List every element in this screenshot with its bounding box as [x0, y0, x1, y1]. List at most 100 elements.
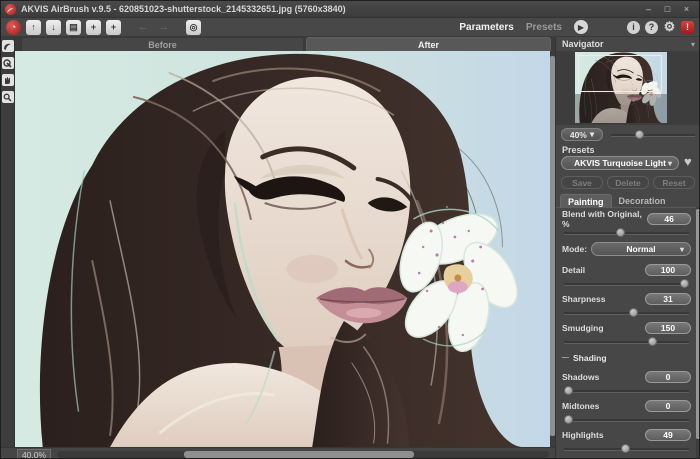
maximize-icon[interactable]: □ — [659, 3, 676, 16]
presets-label: Presets — [562, 145, 595, 155]
export-presets-icon[interactable]: + — [106, 20, 121, 35]
param-slider[interactable] — [564, 419, 689, 421]
after-image — [15, 51, 550, 447]
param-slider[interactable] — [564, 312, 689, 314]
param-slider-thumb[interactable] — [629, 308, 638, 317]
param-value[interactable]: 0 — [645, 400, 691, 412]
app-logo-icon — [5, 4, 16, 15]
chevron-down-icon: ▾ — [668, 159, 672, 168]
presets-toggle[interactable]: Presets — [526, 22, 562, 33]
param-label: Smudging — [562, 323, 604, 333]
tool-strip — [1, 37, 15, 447]
save-preset-button[interactable]: Save — [561, 176, 603, 189]
main-toolbar: ◔ ↑ ↓ ▤ + + ← → ◎ Parameters Presets ▶ i… — [1, 18, 699, 37]
chevron-down-icon: ▾ — [590, 129, 594, 140]
navigator-title: Navigator — [562, 39, 604, 49]
status-zoom-value: 40.0% — [17, 449, 51, 459]
navigator-header: Navigator ▾ — [556, 37, 700, 51]
undo-icon[interactable]: ← — [136, 20, 151, 35]
minimize-icon[interactable]: – — [640, 3, 657, 16]
param-slider[interactable] — [564, 283, 689, 285]
open-image-icon[interactable]: ↑ — [26, 20, 41, 35]
zoom-level-button[interactable]: 40% ▾ — [561, 128, 603, 141]
parameters-toggle[interactable]: Parameters — [459, 22, 513, 33]
app-window: AKVIS AirBrush v.9.5 - 620851023-shutter… — [0, 0, 700, 459]
panel-scrollbar[interactable] — [696, 207, 700, 459]
param-slider-thumb[interactable] — [648, 337, 657, 346]
navigator-menu-icon[interactable]: ▾ — [691, 40, 695, 49]
navigator-thumbnail[interactable] — [575, 52, 667, 123]
mode-dropdown[interactable]: Normal ▾ — [591, 242, 691, 256]
param-slider[interactable] — [564, 341, 689, 343]
mode-value: Normal — [626, 244, 655, 254]
window-title: AKVIS AirBrush v.9.5 - 620851023-shutter… — [21, 4, 346, 14]
status-bar: 40.0% — [1, 447, 555, 459]
param-slider[interactable] — [564, 390, 689, 392]
param-slider-thumb[interactable] — [616, 228, 625, 237]
param-value[interactable]: 49 — [645, 429, 691, 441]
param-slider[interactable] — [564, 232, 689, 234]
zoom-slider-thumb[interactable] — [635, 130, 644, 139]
settings-gear-icon[interactable]: ⚙ — [663, 21, 676, 34]
horizontal-scroll-thumb[interactable] — [184, 451, 414, 458]
param-label: Detail — [562, 265, 585, 275]
airbrush-logo-icon[interactable]: ◔ — [6, 20, 21, 35]
param-value[interactable]: 31 — [645, 293, 691, 305]
param-slider-thumb[interactable] — [564, 415, 573, 424]
history-brush-tool-icon[interactable] — [2, 57, 14, 69]
mode-label: Mode: — [562, 244, 587, 254]
panel-tab-bar: Painting Decoration — [556, 194, 700, 208]
delete-preset-button[interactable]: Delete — [607, 176, 649, 189]
parameter-list: Blend with Original, %46 Mode: Normal ▾ … — [556, 209, 696, 459]
quick-preview-tool-icon[interactable] — [2, 40, 14, 52]
run-icon[interactable]: ▶ — [574, 20, 588, 34]
param-slider-thumb[interactable] — [680, 279, 689, 288]
param-label: Blend with Original, % — [562, 209, 647, 229]
tab-after[interactable]: After — [306, 37, 551, 51]
preset-selected-value: AKVIS Turquoise Light — [574, 158, 666, 168]
panel-scroll-thumb[interactable] — [696, 209, 700, 439]
reset-preset-button[interactable]: Reset — [653, 176, 695, 189]
hand-tool-icon[interactable] — [2, 74, 14, 86]
param-slider-thumb[interactable] — [564, 386, 573, 395]
zoom-slider[interactable] — [611, 134, 695, 136]
param-value[interactable]: 46 — [647, 213, 691, 225]
navigator-box — [556, 51, 700, 125]
param-value[interactable]: 0 — [645, 371, 691, 383]
info-icon[interactable]: i — [627, 21, 640, 34]
favorite-heart-icon[interactable]: ♥ — [684, 154, 692, 169]
view-tab-bar: Before After — [15, 37, 555, 51]
save-image-icon[interactable]: ↓ — [46, 20, 61, 35]
window-controls: – □ × — [640, 3, 695, 16]
title-bar: AKVIS AirBrush v.9.5 - 620851023-shutter… — [1, 1, 699, 18]
mode-row: Mode: Normal ▾ — [562, 242, 691, 256]
param-label: Midtones — [562, 401, 599, 411]
buy-icon[interactable]: ! — [681, 21, 694, 34]
settings-panel: Navigator ▾ 40% ▾ Presets AKVIS Turquois… — [555, 37, 700, 459]
after-image-canvas[interactable] — [15, 51, 550, 447]
param-label: Shadows — [562, 372, 599, 382]
tab-painting[interactable]: Painting — [560, 194, 612, 208]
param-label: Sharpness — [562, 294, 605, 304]
redo-icon[interactable]: → — [156, 20, 171, 35]
chevron-down-icon: ▾ — [680, 245, 684, 254]
process-icon[interactable]: ◎ — [186, 20, 201, 35]
param-slider[interactable] — [564, 448, 689, 450]
print-icon[interactable]: ▤ — [66, 20, 81, 35]
zoom-level-value: 40% — [570, 130, 587, 140]
zoom-row: 40% ▾ — [556, 127, 700, 143]
tab-before[interactable]: Before — [21, 37, 304, 51]
tab-decoration[interactable]: Decoration — [612, 194, 673, 208]
param-value[interactable]: 150 — [645, 322, 691, 334]
canvas-horizontal-scrollbar[interactable] — [57, 451, 549, 458]
close-icon[interactable]: × — [678, 3, 695, 16]
param-value[interactable]: 100 — [645, 264, 691, 276]
import-presets-icon[interactable]: + — [86, 20, 101, 35]
preset-dropdown[interactable]: AKVIS Turquoise Light ▾ — [561, 156, 679, 170]
help-icon[interactable]: ? — [645, 21, 658, 34]
param-slider-thumb[interactable] — [621, 444, 630, 453]
zoom-tool-icon[interactable] — [2, 91, 14, 103]
navigator-view-frame[interactable] — [578, 55, 662, 92]
param-label: Highlights — [562, 430, 604, 440]
section-shading[interactable]: Shading — [562, 352, 691, 363]
